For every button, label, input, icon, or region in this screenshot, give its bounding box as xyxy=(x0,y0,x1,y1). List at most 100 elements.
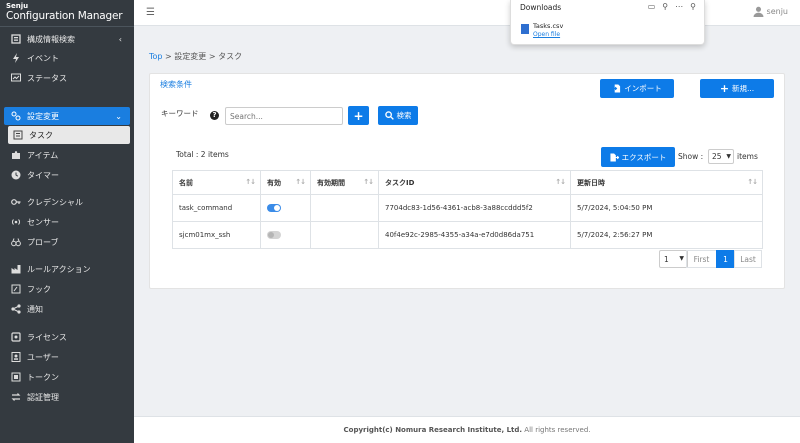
sidebar-item-probe[interactable]: プローブ xyxy=(0,233,134,251)
sidebar-item-label: トークン xyxy=(27,372,59,382)
chevron-left-icon: ‹ xyxy=(118,34,122,44)
user-name: senju xyxy=(766,7,788,16)
sidebar-item-label: アイテム xyxy=(27,150,59,160)
sidebar-item-label: ライセンス xyxy=(27,332,67,342)
add-condition-button[interactable]: + xyxy=(348,106,369,125)
current-page-button[interactable]: 1 xyxy=(716,250,735,268)
pin-icon[interactable]: ⚲ xyxy=(690,2,696,11)
sort-icon: ↑↓ xyxy=(555,178,566,186)
sidebar-item-label: 構成情報検索 xyxy=(27,34,75,44)
search-button-label: 検索 xyxy=(396,111,412,120)
table-row[interactable]: task_command 7704dc83-1d56-4361-acb8-3a8… xyxy=(172,194,763,222)
cell-task-id: 7704dc83-1d56-4361-acb8-3a88ccddd5f2 xyxy=(378,194,571,222)
sliders-icon xyxy=(10,110,22,122)
cell-name[interactable]: task_command xyxy=(172,194,261,222)
table-header-row: 名前 ↑↓ 有効 ↑↓ 有効期間 ↑↓ タスクID ↑↓ 更新日時 ↑↓ xyxy=(172,170,763,195)
sidebar-item-credential[interactable]: クレデンシャル xyxy=(0,193,134,211)
sidebar-item-status[interactable]: ステータス xyxy=(0,69,134,87)
sidebar-item-label: タイマー xyxy=(27,170,59,180)
search-icon[interactable]: ⚲ xyxy=(662,2,668,11)
search-input[interactable] xyxy=(225,107,343,125)
download-file-name[interactable]: Tasks.csv xyxy=(533,22,563,30)
import-button[interactable]: インポート xyxy=(600,79,674,98)
new-button[interactable]: + 新規... xyxy=(700,79,774,98)
cell-enabled xyxy=(260,194,311,222)
search-button[interactable]: 検索 xyxy=(378,106,418,125)
cell-period xyxy=(310,221,379,249)
cell-task-id: 40f4e92c-2985-4355-a34a-e7d0d86da751 xyxy=(378,221,571,249)
sidebar-item-token[interactable]: トークン xyxy=(0,368,134,386)
new-button-label: 新規... xyxy=(732,84,755,93)
task-card: 検索条件 インポート + 新規... キーワード ? + 検索 Total : … xyxy=(149,73,785,289)
sidebar-item-label: センサー xyxy=(27,217,59,227)
breadcrumb-trail: > 設定変更 > タスク xyxy=(162,52,243,61)
sidebar-item-config-search[interactable]: 構成情報検索 ‹ xyxy=(0,30,134,48)
sidebar-item-user[interactable]: ユーザー xyxy=(0,348,134,366)
user-menu[interactable]: senju xyxy=(753,6,788,17)
rights-text: All rights reserved. xyxy=(522,426,591,434)
sidebar-item-auth[interactable]: 認証管理 xyxy=(0,388,134,406)
sidebar-item-event[interactable]: イベント xyxy=(0,49,134,67)
puzzle-icon xyxy=(10,149,22,161)
enabled-toggle[interactable] xyxy=(267,204,281,212)
keyword-label: キーワード xyxy=(161,109,199,118)
column-header-enabled[interactable]: 有効 ↑↓ xyxy=(260,170,311,195)
catalog-icon xyxy=(10,33,22,45)
column-header-period[interactable]: 有効期間 ↑↓ xyxy=(310,170,379,195)
sidebar-item-rule-action[interactable]: ルールアクション xyxy=(0,260,134,278)
copyright-text: Copyright(c) Nomura Research Institute, … xyxy=(343,426,523,434)
sidebar-item-task[interactable]: タスク xyxy=(8,126,130,144)
column-header-name[interactable]: 名前 ↑↓ xyxy=(172,170,261,195)
sidebar-item-sensor[interactable]: センサー xyxy=(0,213,134,231)
enabled-toggle[interactable] xyxy=(267,231,281,239)
exchange-icon xyxy=(10,391,22,403)
brand-line1: Senju xyxy=(6,2,29,10)
page-size-select[interactable]: 25 ▼ xyxy=(708,149,734,164)
cell-enabled xyxy=(260,221,311,249)
share-icon xyxy=(10,303,22,315)
sidebar-item-timer[interactable]: タイマー xyxy=(0,166,134,184)
sidebar-item-item[interactable]: アイテム xyxy=(0,146,134,164)
bolt-icon xyxy=(10,52,22,64)
hamburger-menu-icon[interactable]: ☰ xyxy=(146,7,155,18)
user-card-icon xyxy=(10,351,22,363)
downloads-toolbar: ▭ ⚲ ⋯ ⚲ xyxy=(648,2,696,11)
open-file-link[interactable]: Open file xyxy=(533,31,560,38)
column-header-updated[interactable]: 更新日時 ↑↓ xyxy=(570,170,763,195)
first-page-button[interactable]: First xyxy=(686,250,717,268)
clock-icon xyxy=(10,169,22,181)
sidebar-item-hook[interactable]: フック xyxy=(0,280,134,298)
footer: Copyright(c) Nomura Research Institute, … xyxy=(134,416,800,443)
brand-line2: Configuration Manager xyxy=(6,10,123,22)
table-row[interactable]: sjcm01mx_ssh 40f4e92c-2985-4355-a34a-e7d… xyxy=(172,221,763,249)
search-icon xyxy=(384,111,394,120)
pager-select[interactable]: 1 ▼ xyxy=(659,250,688,268)
sidebar-item-label: 通知 xyxy=(27,304,43,314)
more-icon[interactable]: ⋯ xyxy=(675,2,683,11)
sidebar-item-notification[interactable]: 通知 xyxy=(0,300,134,318)
sidebar-item-settings-change[interactable]: 設定変更 ⌄ xyxy=(4,107,130,125)
cell-name[interactable]: sjcm01mx_ssh xyxy=(172,221,261,249)
key-icon xyxy=(10,196,22,208)
sort-icon: ↑↓ xyxy=(295,178,306,186)
help-icon[interactable]: ? xyxy=(210,111,219,120)
sidebar-item-label: ルールアクション xyxy=(27,264,91,274)
chevron-down-icon: ▼ xyxy=(726,153,731,160)
column-header-task-id[interactable]: タスクID ↑↓ xyxy=(378,170,571,195)
folder-icon[interactable]: ▭ xyxy=(648,2,656,11)
sidebar-item-label: プローブ xyxy=(27,237,59,247)
sidebar-item-label: フック xyxy=(27,284,51,294)
sidebar: Senju Configuration Manager 構成情報検索 ‹ イベン… xyxy=(0,0,134,443)
plus-icon: + xyxy=(353,108,364,123)
file-import-icon xyxy=(612,84,621,93)
last-page-button[interactable]: Last xyxy=(734,250,762,268)
token-icon xyxy=(10,371,22,383)
breadcrumb-top-link[interactable]: Top xyxy=(149,52,163,61)
sidebar-item-license[interactable]: ライセンス xyxy=(0,328,134,346)
sidebar-item-label: ユーザー xyxy=(27,352,59,362)
brand-logo[interactable]: Senju Configuration Manager xyxy=(0,0,134,27)
export-button[interactable]: エクスポート xyxy=(601,147,675,167)
export-button-label: エクスポート xyxy=(621,152,667,162)
breadcrumb: Top > 設定変更 > タスク xyxy=(149,51,242,62)
items-label: items xyxy=(737,152,758,161)
